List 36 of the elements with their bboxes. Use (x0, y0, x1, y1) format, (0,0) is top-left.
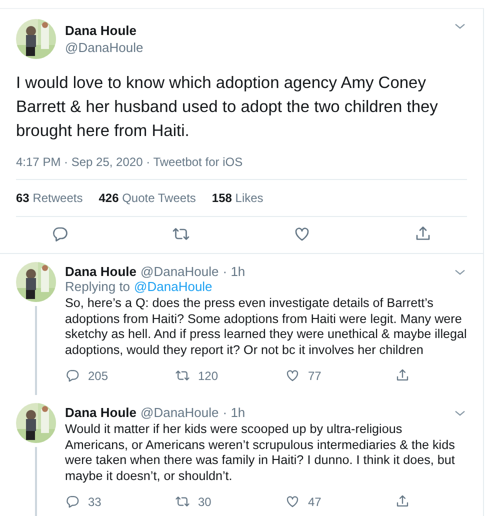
share-icon[interactable] (395, 494, 410, 509)
share-icon[interactable] (414, 225, 432, 243)
stat-link[interactable]: 158 Likes (212, 191, 264, 205)
retweet-icon[interactable] (172, 225, 190, 243)
thread-line (35, 447, 37, 516)
heart-icon[interactable] (285, 494, 300, 509)
retweet-count: 30 (198, 494, 212, 508)
stat-link[interactable]: 63 Retweets (16, 191, 83, 205)
share-icon[interactable] (395, 368, 410, 383)
stat-link[interactable]: 426 Quote Tweets (98, 191, 196, 205)
like-count: 47 (308, 494, 322, 508)
tweet-time[interactable]: · 1h (222, 264, 246, 279)
reply-icon[interactable] (51, 225, 70, 243)
mention-link[interactable]: @DanaHoule (134, 279, 212, 294)
retweet-icon[interactable] (175, 494, 190, 509)
author-name[interactable]: Dana Houle (65, 23, 444, 38)
tweet-text: Would it matter if her kids were scooped up by ultra-religious Americans, or Americans weren’t scrupulous intermediaries & the kids were taken when there was family in Haiti? I dunno. I think it does, but maybe it doesn’t, or shouldn’t. (65, 422, 456, 484)
author-handle[interactable]: @DanaHoule (140, 264, 219, 279)
heart-icon[interactable] (285, 368, 300, 383)
author-handle[interactable]: @DanaHoule (65, 40, 444, 55)
tweet-time[interactable]: · 1h (222, 405, 246, 420)
tweet-text: I would love to know which adoption agency Amy Coney Barrett & her husband used to adopt the two children they brought here from Haiti. (16, 73, 439, 142)
tweet-text: So, here’s a Q: does the press even investigate details of Barrett’s adoptions from Haiti? Some adoptions from Haiti were legit. Many were sketchy as hell. And if press learned they were unethical & maybe illegal adoptions, would they report it? Or not bc it involves her children (65, 296, 467, 358)
reply-count: 33 (88, 494, 102, 508)
author-name[interactable]: Dana Houle (65, 405, 137, 420)
reply-icon[interactable] (65, 494, 80, 509)
tweet-timestamp[interactable]: 4:17 PM · Sep 25, 2020 · Tweetbot for iOS (16, 155, 467, 180)
heart-icon[interactable] (292, 225, 311, 243)
retweet-icon[interactable] (175, 368, 190, 383)
reply-count: 205 (88, 368, 108, 382)
author-name[interactable]: Dana Houle (65, 264, 137, 279)
reply-icon[interactable] (65, 368, 80, 383)
like-count: 77 (308, 368, 322, 382)
author-handle[interactable]: @DanaHoule (140, 405, 219, 420)
retweet-count: 120 (198, 368, 218, 382)
replying-label: Replying to (65, 279, 130, 294)
